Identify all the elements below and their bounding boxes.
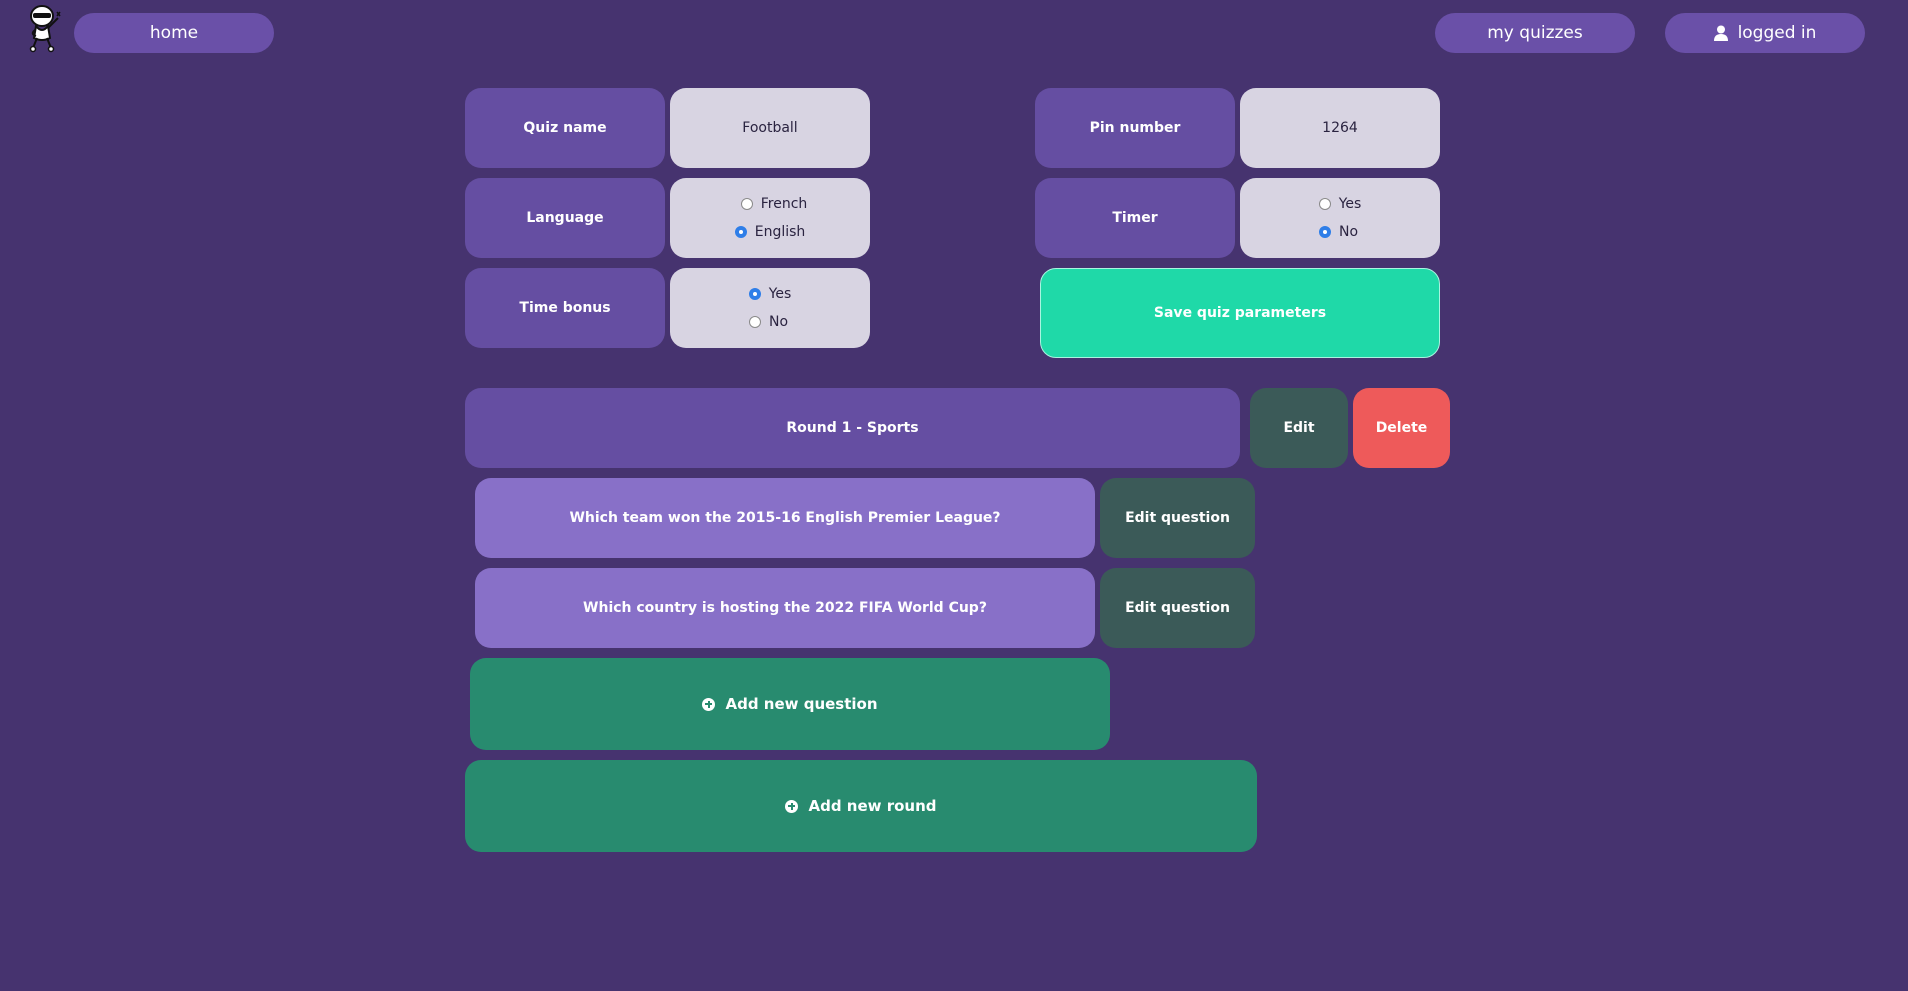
radio-timer-no[interactable]	[1318, 226, 1331, 238]
quiz-name-value: Football	[742, 120, 798, 136]
question-item: Which country is hosting the 2022 FIFA W…	[475, 568, 1095, 648]
edit-round-button[interactable]: Edit	[1250, 388, 1348, 468]
language-option-english[interactable]: English	[734, 224, 805, 240]
edit-question-button[interactable]: Edit question	[1100, 568, 1255, 648]
language-radio-group: French English	[670, 178, 870, 258]
pin-number-label: Pin number	[1035, 88, 1235, 168]
pin-number-field[interactable]: 1264	[1240, 88, 1440, 168]
edit-question-button[interactable]: Edit question	[1100, 478, 1255, 558]
user-icon	[1713, 25, 1728, 41]
timer-option-yes[interactable]: Yes	[1318, 196, 1361, 212]
timer-label: Timer	[1035, 178, 1235, 258]
pin-number-value: 1264	[1322, 120, 1358, 136]
quiz-name-field[interactable]: Football	[670, 88, 870, 168]
time-bonus-option-yes[interactable]: Yes	[748, 286, 791, 302]
delete-round-button[interactable]: Delete	[1353, 388, 1450, 468]
add-new-question-button[interactable]: Add new question	[470, 658, 1110, 750]
language-option-french[interactable]: French	[740, 196, 807, 212]
plus-circle-icon	[785, 799, 799, 813]
my-quizzes-label: my quizzes	[1487, 23, 1583, 43]
add-new-round-button[interactable]: Add new round	[465, 760, 1257, 852]
radio-bonus-no[interactable]	[748, 316, 761, 328]
round-title: Round 1 - Sports	[465, 388, 1240, 468]
logged-in-button[interactable]: logged in	[1665, 13, 1865, 53]
my-quizzes-button[interactable]: my quizzes	[1435, 13, 1635, 53]
timer-option-no[interactable]: No	[1318, 224, 1358, 240]
home-button[interactable]: home	[74, 13, 274, 53]
logo[interactable]	[22, 4, 66, 54]
save-quiz-parameters-button[interactable]: Save quiz parameters	[1040, 268, 1440, 358]
timer-radio-group: Yes No	[1240, 178, 1440, 258]
radio-english[interactable]	[734, 226, 747, 238]
time-bonus-radio-group: Yes No	[670, 268, 870, 348]
question-item: Which team won the 2015-16 English Premi…	[475, 478, 1095, 558]
ninja-logo-icon	[29, 5, 61, 53]
plus-circle-icon	[702, 697, 716, 711]
language-label: Language	[465, 178, 665, 258]
logged-in-label: logged in	[1737, 23, 1817, 43]
radio-bonus-yes[interactable]	[748, 288, 761, 300]
home-label: home	[149, 23, 199, 43]
radio-french[interactable]	[740, 198, 753, 210]
time-bonus-label: Time bonus	[465, 268, 665, 348]
radio-timer-yes[interactable]	[1318, 198, 1331, 210]
quiz-name-label: Quiz name	[465, 88, 665, 168]
time-bonus-option-no[interactable]: No	[748, 314, 788, 330]
